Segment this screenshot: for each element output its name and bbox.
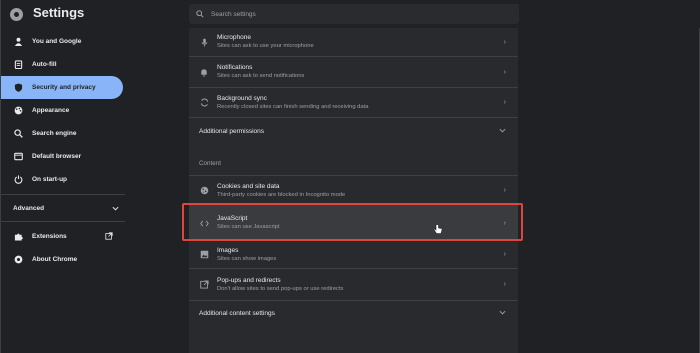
sidebar-item-auto-fill[interactable]: Auto-fill bbox=[1, 53, 125, 76]
row-title: Images bbox=[217, 246, 239, 254]
sidebar-item-label: About Chrome bbox=[32, 256, 78, 263]
palette-icon bbox=[13, 106, 23, 116]
chevron-right-icon: › bbox=[503, 251, 506, 258]
chevron-down-icon bbox=[499, 128, 506, 135]
sidebar-item-about-chrome[interactable]: About Chrome bbox=[1, 248, 125, 271]
row-title: Background sync bbox=[217, 94, 267, 102]
row-subtitle: Sites can ask to send notifications bbox=[217, 73, 305, 79]
sidebar-advanced-label: Advanced bbox=[13, 204, 45, 212]
row-subtitle: Sites can show images bbox=[217, 255, 277, 262]
chevron-down-icon bbox=[499, 310, 506, 317]
header: Settings bbox=[1, 0, 700, 28]
sidebar-item-appearance[interactable]: Appearance bbox=[1, 99, 125, 122]
row-images[interactable]: Images Sites can show images › bbox=[189, 240, 518, 268]
chevron-right-icon: › bbox=[503, 219, 506, 227]
sidebar-item-you-and-google[interactable]: You and Google bbox=[1, 30, 125, 53]
open-in-new-icon bbox=[105, 231, 113, 242]
hand-cursor-icon bbox=[433, 224, 443, 234]
row-subtitle: Sites can ask to use your microphone bbox=[217, 43, 314, 49]
sidebar-item-label: Extensions bbox=[32, 233, 67, 240]
chevron-down-icon bbox=[112, 206, 119, 211]
chrome-logo-icon bbox=[10, 8, 23, 21]
row-subtitle: Don't allow sites to send pop-ups or use… bbox=[217, 285, 344, 292]
sidebar-item-label: On start-up bbox=[32, 176, 68, 183]
chevron-right-icon: › bbox=[503, 99, 506, 106]
sidebar-item-on-start-up[interactable]: On start-up bbox=[1, 168, 125, 191]
settings-window: Settings You and Google Auto-fill Securi… bbox=[0, 0, 700, 353]
chevron-right-icon: › bbox=[503, 187, 506, 194]
sidebar-item-label: Auto-fill bbox=[32, 61, 57, 68]
search-icon bbox=[13, 129, 23, 139]
settings-card: Microphone Sites can ask to use your mic… bbox=[189, 28, 518, 353]
row-title: Notifications bbox=[217, 64, 253, 71]
row-title: Pop-ups and redirects bbox=[217, 276, 281, 284]
chevron-right-icon: › bbox=[503, 281, 506, 288]
shield-icon bbox=[13, 83, 23, 93]
row-background-sync[interactable]: Background sync Recently closed sites ca… bbox=[189, 87, 518, 117]
sidebar-advanced-toggle[interactable]: Advanced bbox=[1, 198, 119, 218]
chrome-icon bbox=[13, 255, 23, 265]
chevron-right-icon: › bbox=[503, 38, 506, 46]
row-title: Microphone bbox=[217, 34, 251, 41]
sidebar-item-label: Security and privacy bbox=[32, 84, 96, 91]
sidebar-item-label: Appearance bbox=[32, 107, 70, 114]
row-javascript[interactable]: JavaScript Sites can use Javascript › bbox=[189, 205, 518, 240]
sidebar-item-search-engine[interactable]: Search engine bbox=[1, 122, 125, 145]
code-icon bbox=[199, 218, 209, 228]
search-icon bbox=[196, 10, 204, 18]
sidebar-divider bbox=[1, 194, 125, 195]
power-icon bbox=[13, 175, 23, 185]
person-icon bbox=[13, 37, 23, 47]
row-title: JavaScript bbox=[217, 215, 248, 222]
chevron-right-icon: › bbox=[503, 68, 506, 76]
row-subtitle: Third-party cookies are blocked in Incog… bbox=[217, 191, 346, 198]
row-popups-redirects[interactable]: Pop-ups and redirects Don't allow sites … bbox=[189, 268, 518, 300]
row-title: Cookies and site data bbox=[217, 182, 280, 190]
sidebar: You and Google Auto-fill Security and pr… bbox=[1, 30, 125, 271]
microphone-icon bbox=[199, 37, 209, 47]
puzzle-icon bbox=[13, 232, 23, 242]
cookie-icon bbox=[199, 186, 209, 196]
page-title: Settings bbox=[33, 5, 85, 20]
search-box[interactable] bbox=[189, 4, 519, 24]
bell-icon bbox=[199, 67, 209, 77]
additional-content-settings-label: Additional content settings bbox=[199, 310, 275, 317]
row-cookies[interactable]: Cookies and site data Third-party cookie… bbox=[189, 175, 518, 205]
sync-icon bbox=[199, 98, 209, 108]
popup-icon bbox=[199, 280, 209, 290]
sidebar-item-default-browser[interactable]: Default browser bbox=[1, 145, 125, 168]
row-notifications[interactable]: Notifications Sites can ask to send noti… bbox=[189, 56, 518, 87]
browser-icon bbox=[13, 152, 23, 162]
sidebar-item-label: Default browser bbox=[32, 153, 82, 160]
additional-permissions-label: Additional permissions bbox=[199, 128, 265, 135]
section-heading-content: Content bbox=[199, 160, 222, 167]
search-input[interactable] bbox=[211, 10, 491, 18]
additional-permissions-toggle[interactable]: Additional permissions bbox=[189, 117, 518, 145]
row-subtitle: Recently closed sites can finish sending… bbox=[217, 103, 369, 110]
row-subtitle: Sites can use Javascript bbox=[217, 224, 280, 230]
row-microphone[interactable]: Microphone Sites can ask to use your mic… bbox=[189, 28, 518, 56]
clipboard-icon bbox=[13, 60, 23, 70]
sidebar-divider bbox=[1, 221, 125, 222]
sidebar-item-label: Search engine bbox=[32, 130, 77, 137]
sidebar-item-label: You and Google bbox=[32, 38, 82, 45]
sidebar-item-extensions[interactable]: Extensions bbox=[1, 225, 125, 248]
image-icon bbox=[199, 250, 209, 260]
sidebar-item-security-and-privacy[interactable]: Security and privacy bbox=[1, 76, 123, 99]
additional-content-settings-toggle[interactable]: Additional content settings bbox=[189, 300, 518, 326]
